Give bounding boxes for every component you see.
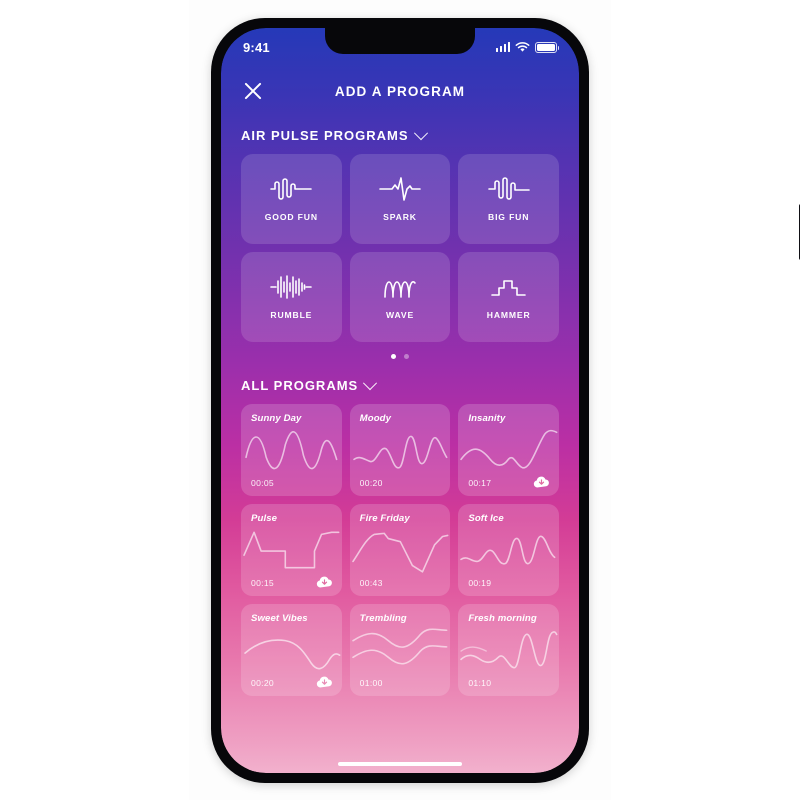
phone-bezel: 9:41 ADD A PROGRAM AIR PULSE PROGRAMS GO… (221, 28, 579, 773)
program-duration: 00:17 (468, 478, 492, 488)
status-icons (495, 41, 560, 53)
signal-bars-icon (495, 42, 510, 52)
waveform-hammer-icon (490, 280, 526, 296)
cloud-download-icon[interactable] (315, 674, 334, 690)
program-duration: 00:15 (251, 578, 275, 588)
pagination-dot[interactable] (404, 354, 409, 359)
air-pulse-tile-label: HAMMER (486, 310, 531, 320)
wifi-icon (515, 41, 530, 52)
section-title-air-pulse: AIR PULSE PROGRAMS (241, 128, 409, 143)
waveform-good-fun-icon (270, 178, 313, 200)
program-name: Insanity (468, 413, 506, 424)
program-waveform (350, 624, 451, 676)
device-notch (325, 28, 475, 54)
phone-device-frame: 9:41 ADD A PROGRAM AIR PULSE PROGRAMS GO… (211, 18, 800, 783)
air-pulse-tile-good-fun[interactable]: GOOD FUN (241, 154, 342, 244)
program-waveform (350, 524, 451, 576)
program-waveform (458, 524, 559, 576)
air-pulse-tile-wave[interactable]: WAVE (349, 252, 451, 342)
program-waveform (458, 424, 559, 476)
program-name: Soft Ice (468, 513, 504, 524)
section-header-air-pulse[interactable]: AIR PULSE PROGRAMS (241, 125, 559, 143)
program-card-fresh-morning[interactable]: Fresh morning 01:10 (458, 604, 559, 696)
screen-content: AIR PULSE PROGRAMS GOOD FUN SPARK BIG FU… (221, 114, 579, 773)
battery-icon (535, 41, 560, 53)
program-name: Pulse (251, 513, 278, 524)
page-title: ADD A PROGRAM (334, 83, 466, 99)
chevron-down-icon[interactable] (363, 375, 378, 390)
program-duration: 00:19 (468, 578, 492, 588)
home-indicator[interactable] (338, 761, 462, 766)
program-name: Sweet Vibes (251, 613, 308, 624)
program-card-sunny-day[interactable]: Sunny Day 00:05 (241, 404, 342, 496)
waveform-rumble-icon (270, 275, 313, 299)
waveform-spark-icon (379, 177, 421, 201)
air-pulse-tile-big-fun[interactable]: BIG FUN (458, 154, 559, 244)
program-card-sweet-vibes[interactable]: Sweet Vibes 00:20 (241, 604, 342, 696)
screenshot-root: 9:41 ADD A PROGRAM AIR PULSE PROGRAMS GO… (0, 0, 800, 800)
program-waveform (350, 424, 451, 476)
program-card-trembling[interactable]: Trembling 01:00 (349, 604, 451, 696)
program-card-moody[interactable]: Moody 00:20 (349, 404, 451, 496)
program-name: Fresh morning (468, 613, 537, 624)
program-name: Fire Friday (359, 513, 410, 524)
program-duration: 01:00 (359, 678, 383, 688)
chevron-down-icon[interactable] (413, 125, 428, 140)
all-programs-grid: Sunny Day 00:05 Moody 00:20 Insanity 00:… (241, 404, 559, 696)
air-pulse-program-grid: GOOD FUN SPARK BIG FUN RUMBLE WAVE HAMME… (241, 154, 559, 342)
waveform-big-fun-icon (487, 177, 530, 200)
program-name: Moody (359, 413, 392, 424)
waveform-wave-icon (384, 281, 416, 298)
pagination-dot-active[interactable] (391, 354, 396, 359)
section-title-all-programs: ALL PROGRAMS (241, 378, 359, 393)
air-pulse-tile-label: RUMBLE (270, 310, 313, 320)
app-screen: 9:41 ADD A PROGRAM AIR PULSE PROGRAMS GO… (221, 28, 579, 773)
program-waveform (458, 624, 559, 676)
program-duration: 00:20 (359, 478, 383, 488)
program-waveform (241, 524, 342, 576)
air-pulse-tile-rumble[interactable]: RUMBLE (241, 252, 342, 342)
program-waveform (241, 424, 342, 476)
air-pulse-tile-label: BIG FUN (488, 212, 530, 222)
program-card-insanity[interactable]: Insanity 00:17 (458, 404, 559, 496)
air-pulse-tile-hammer[interactable]: HAMMER (458, 252, 559, 342)
program-card-soft-ice[interactable]: Soft Ice 00:19 (458, 504, 559, 596)
program-name: Trembling (359, 613, 407, 624)
section-header-all-programs[interactable]: ALL PROGRAMS (241, 375, 559, 393)
cloud-download-icon[interactable] (315, 574, 334, 590)
program-card-pulse[interactable]: Pulse 00:15 (241, 504, 342, 596)
air-pulse-tile-label: SPARK (383, 212, 417, 222)
air-pulse-tile-spark[interactable]: SPARK (349, 154, 451, 244)
program-duration: 01:10 (468, 678, 492, 688)
air-pulse-tile-label: GOOD FUN (264, 212, 318, 222)
program-name: Sunny Day (251, 413, 302, 424)
program-duration: 00:20 (251, 678, 275, 688)
program-duration: 00:05 (251, 478, 275, 488)
status-time: 9:41 (243, 39, 270, 55)
cloud-download-icon[interactable] (532, 474, 551, 490)
program-waveform (241, 624, 342, 676)
close-icon[interactable] (241, 79, 265, 103)
navigation-bar: ADD A PROGRAM (221, 68, 579, 114)
carousel-pagination (241, 354, 559, 359)
air-pulse-tile-label: WAVE (385, 310, 415, 320)
program-duration: 00:43 (359, 578, 383, 588)
program-card-fire-friday[interactable]: Fire Friday 00:43 (349, 504, 451, 596)
